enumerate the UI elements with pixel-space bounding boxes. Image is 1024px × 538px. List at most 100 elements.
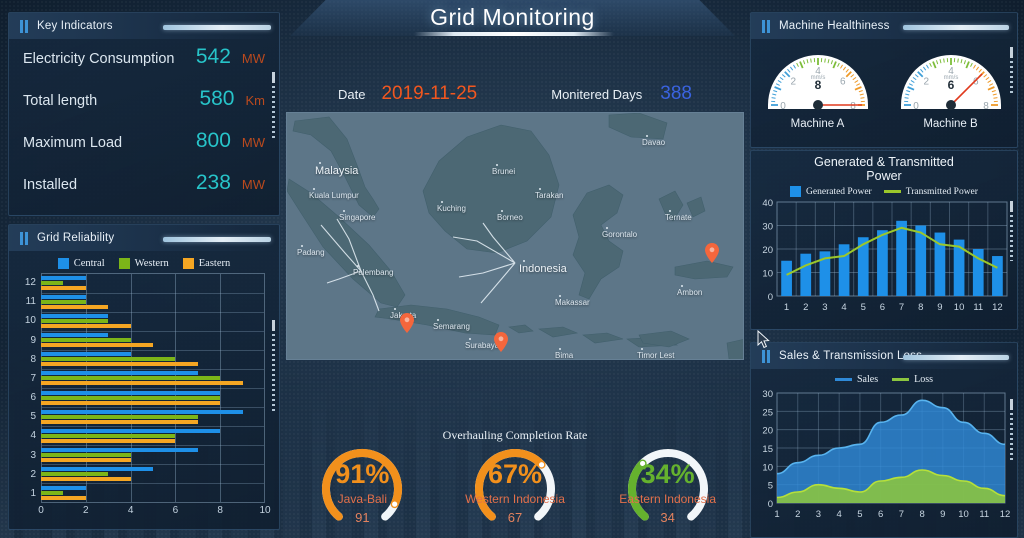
x-tick-label: 0: [38, 505, 44, 516]
bar: [41, 280, 64, 285]
bar: [41, 400, 221, 405]
kpi-row: Total length 580 Km: [23, 87, 265, 129]
bar: [41, 285, 86, 290]
svg-text:7: 7: [899, 509, 904, 520]
bar-group: [41, 465, 265, 484]
header-accent-line: [163, 25, 271, 30]
bar-group: [41, 273, 265, 292]
x-tick-label: 4: [127, 505, 134, 516]
legend-label: Generated Power: [806, 186, 872, 197]
bar: [41, 477, 131, 482]
kpi-row: Electricity Consumption 542 MW: [23, 45, 265, 87]
map-location-pin[interactable]: [400, 313, 414, 333]
map-city-dot: [559, 295, 561, 297]
svg-text:8: 8: [983, 101, 989, 112]
y-tick-label: 6: [30, 392, 36, 404]
map-place-label: Timor Lest: [637, 351, 675, 360]
legend-label: Western: [134, 258, 169, 269]
x-tick-label: 2: [83, 505, 89, 516]
legend-item-central[interactable]: Central: [57, 258, 105, 269]
kpi-row: Maximum Load 800 MW: [23, 129, 265, 171]
bar-group: [41, 426, 265, 445]
kpi-label: Electricity Consumption: [23, 51, 175, 67]
bar-group: [41, 330, 265, 349]
legend-item-transmitted[interactable]: Transmitted Power: [883, 187, 978, 197]
y-tick-label: 3: [30, 449, 36, 461]
key-indicators-title: Key Indicators: [37, 20, 113, 32]
kpi-row: Installed 238 MW: [23, 171, 265, 213]
svg-text:4: 4: [837, 509, 842, 520]
kpi-unit: Km: [245, 93, 266, 108]
bar: [41, 371, 198, 376]
map-city-dot: [394, 308, 396, 310]
x-tick-label: 6: [172, 505, 179, 516]
bar: [41, 352, 131, 357]
dashboard-root: Grid Monitoring Key Indicators Electrici…: [0, 0, 1024, 538]
svg-text:0: 0: [913, 101, 919, 112]
legend-item-sales[interactable]: Sales: [834, 374, 879, 385]
kpi-value: 542: [195, 45, 231, 68]
overhauling-region-name: Eastern Indonesia: [619, 492, 716, 506]
bar-group: [41, 445, 265, 464]
legend-item-eastern[interactable]: Eastern: [182, 258, 231, 269]
bar: [41, 433, 176, 438]
machine-gauge[interactable]: 0 2 4 6 8 mm/s 8 Machine A: [760, 43, 876, 130]
legend-item-loss[interactable]: Loss: [892, 374, 933, 385]
y-tick-label: 2: [30, 468, 36, 480]
svg-text:2: 2: [803, 302, 808, 313]
legend-swatch-eastern: [182, 258, 194, 269]
map-place-label: Kuching: [437, 204, 466, 213]
svg-text:10: 10: [762, 269, 773, 280]
svg-text:2: 2: [790, 76, 796, 87]
key-indicators-panel: Key Indicators Electricity Consumption 5…: [8, 12, 280, 216]
svg-text:5: 5: [768, 481, 773, 492]
legend-item-generated[interactable]: Generated Power: [790, 186, 872, 197]
date-label: Date: [338, 86, 366, 102]
svg-text:4: 4: [841, 302, 846, 313]
svg-text:11: 11: [973, 302, 983, 313]
map-location-pin[interactable]: [494, 332, 508, 352]
grid-reliability-title: Grid Reliability: [37, 232, 115, 244]
header-accent-line: [902, 25, 1009, 30]
svg-text:1: 1: [774, 509, 779, 520]
bar: [41, 313, 109, 318]
legend-label: Loss: [914, 374, 933, 385]
svg-text:6: 6: [839, 76, 845, 87]
map-city-dot: [319, 162, 321, 164]
grid-reliability-chart: 1 2 3 4 5 6 7 8 9 10 11 12 0 2 4 6 8 10: [17, 273, 273, 523]
overhauling-gauge[interactable]: 67% Western Indonesia 67: [463, 445, 567, 533]
bar-group: [41, 369, 265, 388]
bar-group: [41, 484, 265, 503]
kpi-label: Installed: [23, 177, 78, 193]
dashboard-header: Grid Monitoring: [290, 0, 735, 36]
bar: [41, 299, 86, 304]
svg-text:10: 10: [762, 462, 773, 473]
pause-bars-icon: [20, 19, 28, 33]
map-city-dot: [669, 210, 671, 212]
map-city-dot: [501, 210, 503, 212]
svg-text:3: 3: [816, 509, 821, 520]
panel-side-decoration: [1010, 200, 1013, 262]
indonesia-map[interactable]: Malaysia Kuala Lumpur Singapore Padang Palem…: [286, 112, 744, 360]
legend-label: Sales: [856, 374, 879, 385]
legend-label: Eastern: [198, 258, 231, 269]
map-city-dot: [496, 164, 498, 166]
machine-gauge[interactable]: 0 2 4 6 8 mm/s 6 Machine B: [893, 43, 1009, 130]
map-place-label: Brunei: [492, 167, 516, 176]
legend-label: Central: [73, 258, 105, 269]
map-location-pin[interactable]: [705, 243, 719, 263]
map-city-dot: [343, 210, 345, 212]
overhauling-gauge[interactable]: 91% Java-Bali 91: [310, 445, 414, 533]
svg-text:12: 12: [992, 302, 1003, 313]
svg-text:6: 6: [880, 302, 885, 313]
legend-item-western[interactable]: Western: [118, 258, 169, 269]
map-place-label: Tarakan: [535, 191, 564, 200]
svg-text:8: 8: [919, 509, 924, 520]
overhauling-gauge[interactable]: 34% Eastern Indonesia 34: [616, 445, 720, 533]
kpi-label: Maximum Load: [23, 135, 123, 151]
grid-reliability-x-axis: 0 2 4 6 8 10: [38, 505, 270, 521]
y-tick-label: 9: [30, 334, 36, 346]
map-city-dot: [523, 260, 525, 262]
bar-group: [41, 407, 265, 426]
date-bar: Date 2019-11-25 Monitered Days 388: [286, 80, 744, 108]
